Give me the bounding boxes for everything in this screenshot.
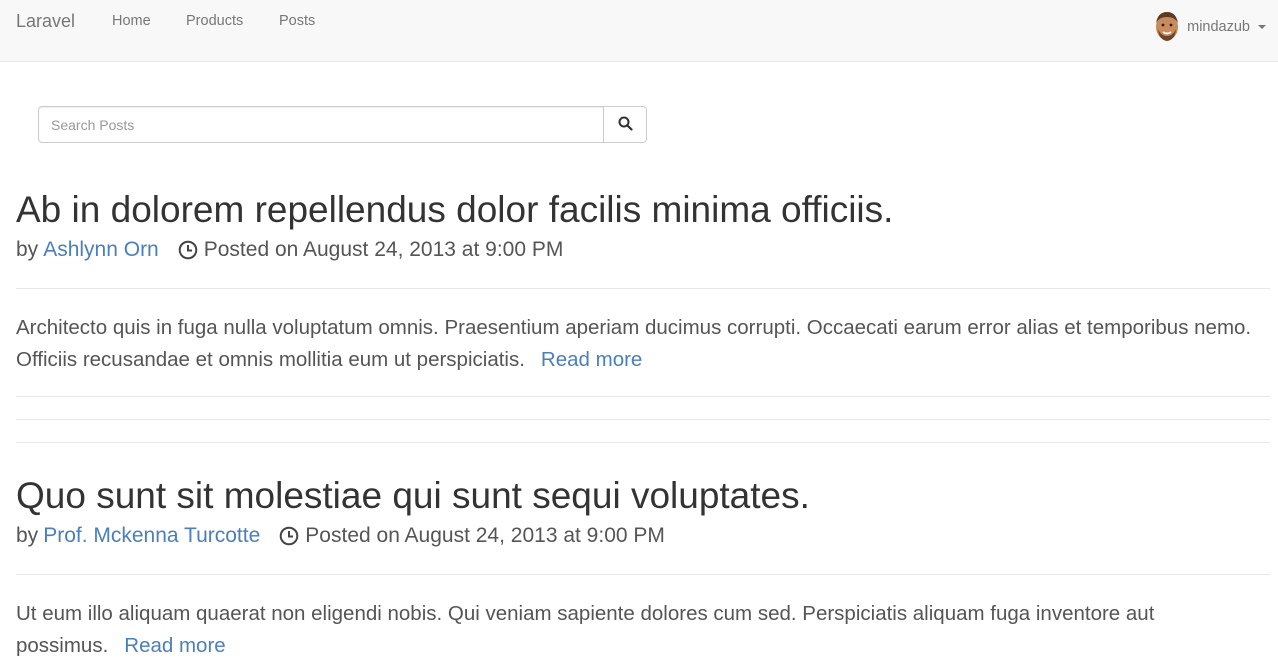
nav-link-home[interactable]: Home [112,13,151,29]
search-group [38,106,647,143]
post-date: Posted on August 24, 2013 at 9:00 PM [203,238,564,261]
post-title[interactable]: Ab in dolorem repellendus dolor facilis … [16,188,1270,232]
user-name: mindazub [1187,19,1250,35]
navbar: Laravel Home Products Posts mindazub [0,0,1278,62]
search-input[interactable] [38,106,604,143]
divider [16,574,1270,575]
post-title[interactable]: Quo sunt sit molestiae qui sunt sequi vo… [16,474,1270,518]
post-date: Posted on August 24, 2013 at 9:00 PM [305,524,665,547]
post-by-label: by [16,524,39,547]
avatar-cartoon-icon [1153,9,1181,45]
clock-icon [279,526,299,546]
divider [16,419,1270,420]
caret-down-icon [1258,25,1266,29]
search-button[interactable] [604,106,647,143]
divider [16,396,1270,397]
post-by-label: by [16,238,39,261]
post-meta: by Ashlynn Orn Posted on August 24, 2013… [16,235,1270,265]
author-link[interactable]: Prof. Mckenna Turcotte [43,524,260,548]
post-excerpt: Ut eum illo aliquam quaerat non eligendi… [16,598,1270,662]
brand-link[interactable]: Laravel [16,11,75,32]
nav-link-posts[interactable]: Posts [279,13,315,29]
nav-link-products[interactable]: Products [186,13,243,29]
divider [16,288,1270,289]
search-icon [618,116,633,134]
post-meta: by Prof. Mckenna Turcotte Posted on Augu… [16,521,1270,551]
read-more-link[interactable]: Read more [541,348,642,371]
post-item: Quo sunt sit molestiae qui sunt sequi vo… [16,474,1270,662]
author-link[interactable]: Ashlynn Orn [43,238,159,262]
post-excerpt: Architecto quis in fuga nulla voluptatum… [16,312,1270,376]
post-item: Ab in dolorem repellendus dolor facilis … [16,188,1270,443]
clock-icon [178,240,198,260]
user-menu-dropdown[interactable]: mindazub [1153,9,1266,45]
divider [16,442,1270,443]
read-more-link[interactable]: Read more [124,634,225,657]
